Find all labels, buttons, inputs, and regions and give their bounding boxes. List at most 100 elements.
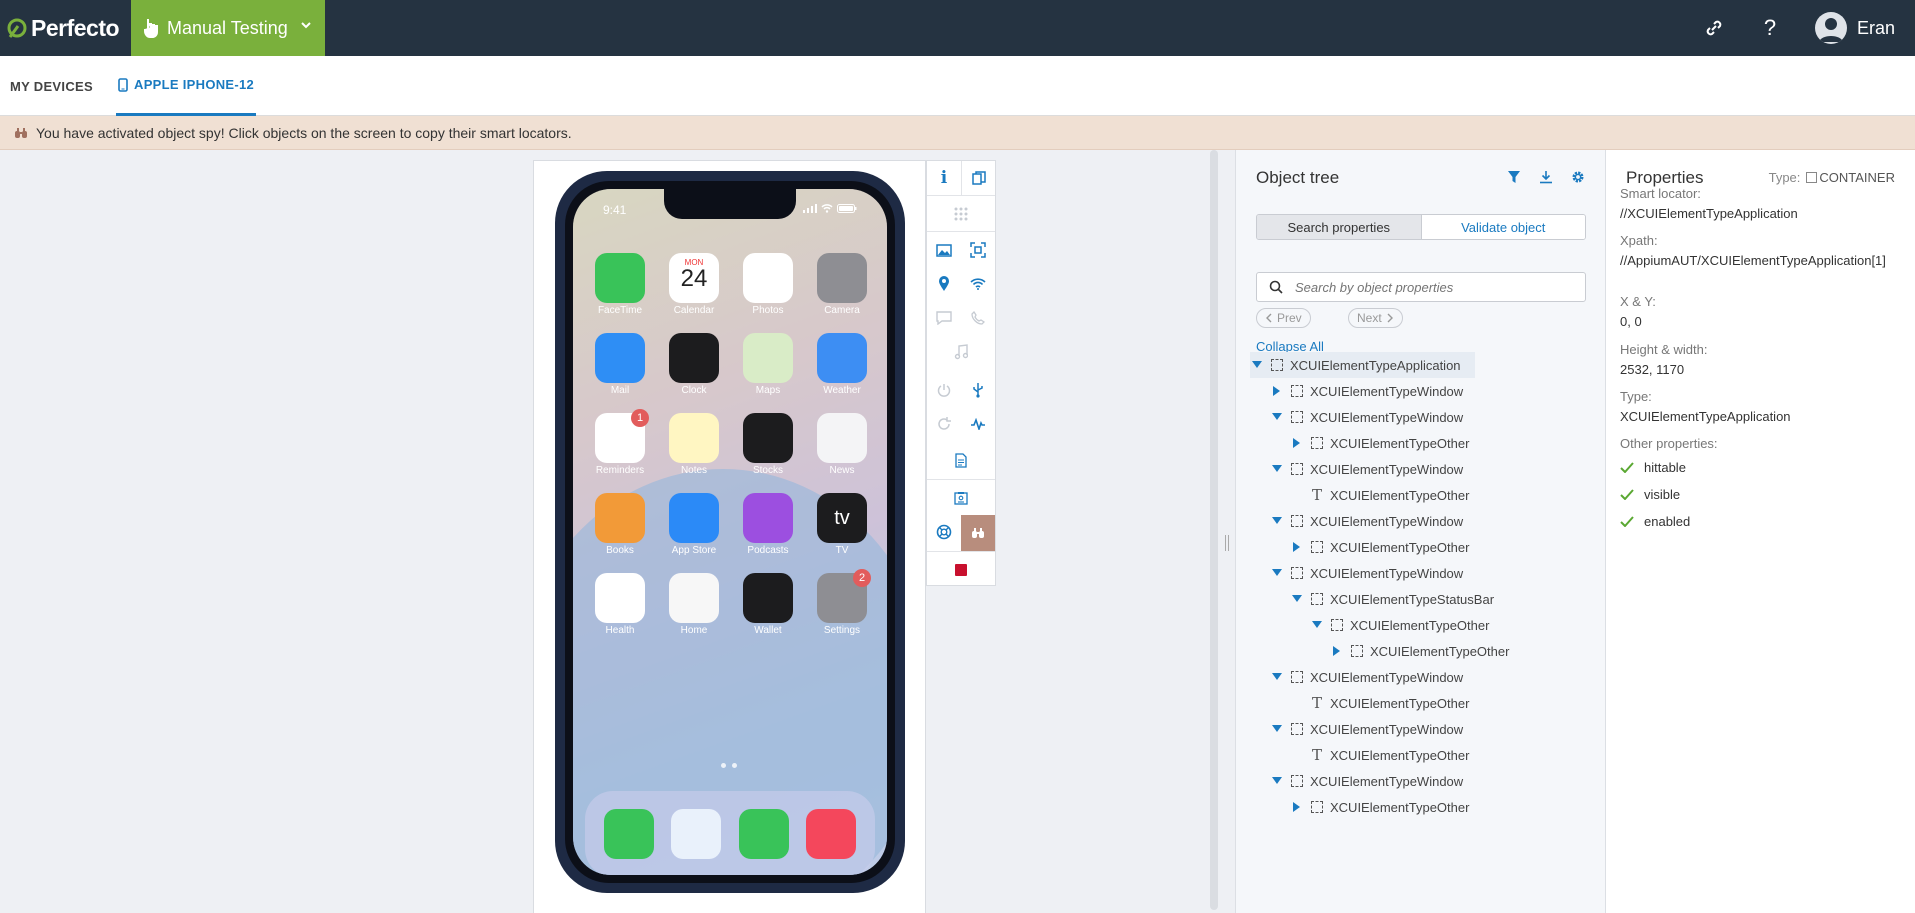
stop-record-icon[interactable] [944,553,978,587]
podcasts-icon[interactable]: Podcasts [743,493,793,556]
check-label: enabled [1644,514,1691,529]
caret-down-icon[interactable] [1270,413,1284,421]
filter-icon[interactable] [1507,170,1521,184]
link-icon[interactable] [1703,17,1725,39]
grid-icon[interactable] [944,197,978,231]
tv-icon[interactable]: tv TV [817,493,867,556]
app-switcher[interactable]: Manual Testing [131,0,325,56]
caret-right-icon[interactable] [1270,386,1284,396]
notification-badge: 2 [853,569,871,587]
caret-down-icon[interactable] [1290,595,1304,603]
tree-node[interactable]: XCUIElementTypeStatusBar [1290,586,1494,612]
caret-down-icon[interactable] [1270,777,1284,785]
property-value[interactable]: 0, 0 [1620,313,1900,331]
mail-icon[interactable]: Mail [595,333,645,396]
lifebuoy-icon[interactable] [927,515,961,549]
reminders-icon[interactable]: Reminders 1 [595,409,649,476]
notes-icon[interactable]: Notes [669,413,719,476]
caret-down-icon[interactable] [1310,621,1324,629]
tree-node[interactable]: XCUIElementTypeOther [1310,612,1489,638]
tab-my-devices[interactable]: MY DEVICES [10,56,93,116]
tree-node[interactable]: XCUIElementTypeWindow [1270,456,1463,482]
safari-icon[interactable] [671,809,722,859]
caret-down-icon[interactable] [1270,673,1284,681]
caret-right-icon[interactable] [1330,646,1344,656]
caret-down-icon[interactable] [1270,569,1284,577]
location-icon[interactable] [927,267,961,301]
wifi-icon[interactable] [961,267,995,301]
scan-icon[interactable] [961,233,995,267]
property-key: Type: [1620,389,1652,404]
tree-node[interactable]: XCUIElementTypeWindow [1270,560,1463,586]
settings-icon[interactable]: Settings 2 [817,569,871,636]
caret-down-icon[interactable] [1250,361,1264,369]
weather-icon[interactable]: Weather [817,333,867,396]
log-icon[interactable] [944,443,978,477]
news-icon[interactable]: News [817,413,867,476]
search-properties-button[interactable]: Search properties [1257,215,1422,239]
object-search-input[interactable] [1293,278,1573,296]
help-icon[interactable]: ? [1759,15,1781,40]
tab-apple-iphone-12[interactable]: APPLE IPHONE-12 [116,56,257,116]
vitals-icon[interactable] [961,407,995,441]
camera-icon[interactable]: Camera [817,253,867,316]
property-value[interactable]: //XCUIElementTypeApplication [1620,205,1900,223]
messages-icon[interactable] [738,809,789,859]
property-value[interactable]: //AppiumAUT/XCUIElementTypeApplication[1… [1620,252,1900,270]
prev-button[interactable]: Prev [1256,308,1311,328]
stocks-icon[interactable]: Stocks [743,413,793,476]
tree-node[interactable]: XCUIElementTypeWindow [1270,768,1463,794]
app-label: Podcasts [747,545,789,556]
tree-node[interactable]: XCUIElementTypeWindow [1270,508,1463,534]
home-screen[interactable]: 9:41 FaceTime MON 24 Calendar Photos Camera Ma… [573,189,887,875]
caret-right-icon[interactable] [1290,802,1304,812]
download-icon[interactable] [1539,170,1553,184]
tree-node[interactable]: XCUIElementTypeWindow [1270,664,1463,690]
usb-icon[interactable] [961,373,995,407]
music-icon[interactable] [806,809,857,859]
device-screen[interactable]: 9:41 FaceTime MON 24 Calendar Photos Camera Ma… [555,171,905,893]
wallet-icon[interactable]: Wallet [743,573,793,636]
appstore-icon[interactable]: App Store [669,493,719,556]
tree-node[interactable]: XCUIElementTypeApplication [1250,352,1475,378]
property-value[interactable]: XCUIElementTypeApplication [1620,408,1900,426]
device-area-scrollbar[interactable] [1210,150,1218,910]
info-icon[interactable]: i [927,161,961,195]
home-icon[interactable]: Home [669,573,719,636]
tree-node[interactable]: XCUIElementTypeWindow [1270,378,1463,404]
user-menu[interactable]: Eran [1814,12,1895,44]
facetime-icon[interactable]: FaceTime [595,253,645,316]
maps-icon[interactable]: Maps [743,333,793,396]
tree-node[interactable]: XCUIElementTypeOther [1330,638,1509,664]
phone-icon[interactable] [603,809,654,859]
property-value[interactable]: 2532, 1170 [1620,361,1900,379]
photos-icon[interactable]: Photos [743,253,793,316]
perfecto-logo[interactable]: Perfecto [6,0,120,56]
image-icon[interactable] [927,233,961,267]
next-button[interactable]: Next [1348,308,1403,328]
tree-node[interactable]: XCUIElementTypeWindow [1270,716,1463,742]
clock-icon[interactable]: Clock [669,333,719,396]
panel-resize-handle[interactable] [1225,535,1229,551]
copy-icon[interactable] [961,161,995,195]
tree-node[interactable]: XCUIElementTypeOther [1290,794,1469,820]
tree-node[interactable]: T XCUIElementTypeOther [1290,742,1469,768]
object-spy-icon[interactable] [961,515,995,551]
tree-node[interactable]: XCUIElementTypeOther [1290,534,1469,560]
health-icon[interactable]: Health [595,573,645,636]
caret-right-icon[interactable] [1290,438,1304,448]
calendar-icon[interactable]: MON 24 Calendar [669,253,719,316]
tree-node[interactable]: XCUIElementTypeWindow [1270,404,1463,430]
settings-icon[interactable] [1571,170,1585,184]
caret-down-icon[interactable] [1270,725,1284,733]
tree-node[interactable]: XCUIElementTypeOther [1290,430,1469,456]
tree-node-label: XCUIElementTypeWindow [1310,565,1464,581]
tree-node[interactable]: T XCUIElementTypeOther [1290,690,1469,716]
tree-node[interactable]: T XCUIElementTypeOther [1290,482,1469,508]
caret-down-icon[interactable] [1270,517,1284,525]
caret-right-icon[interactable] [1290,542,1304,552]
report-icon[interactable] [944,481,978,515]
validate-object-button[interactable]: Validate object [1421,215,1585,239]
caret-down-icon[interactable] [1270,465,1284,473]
books-icon[interactable]: Books [595,493,645,556]
